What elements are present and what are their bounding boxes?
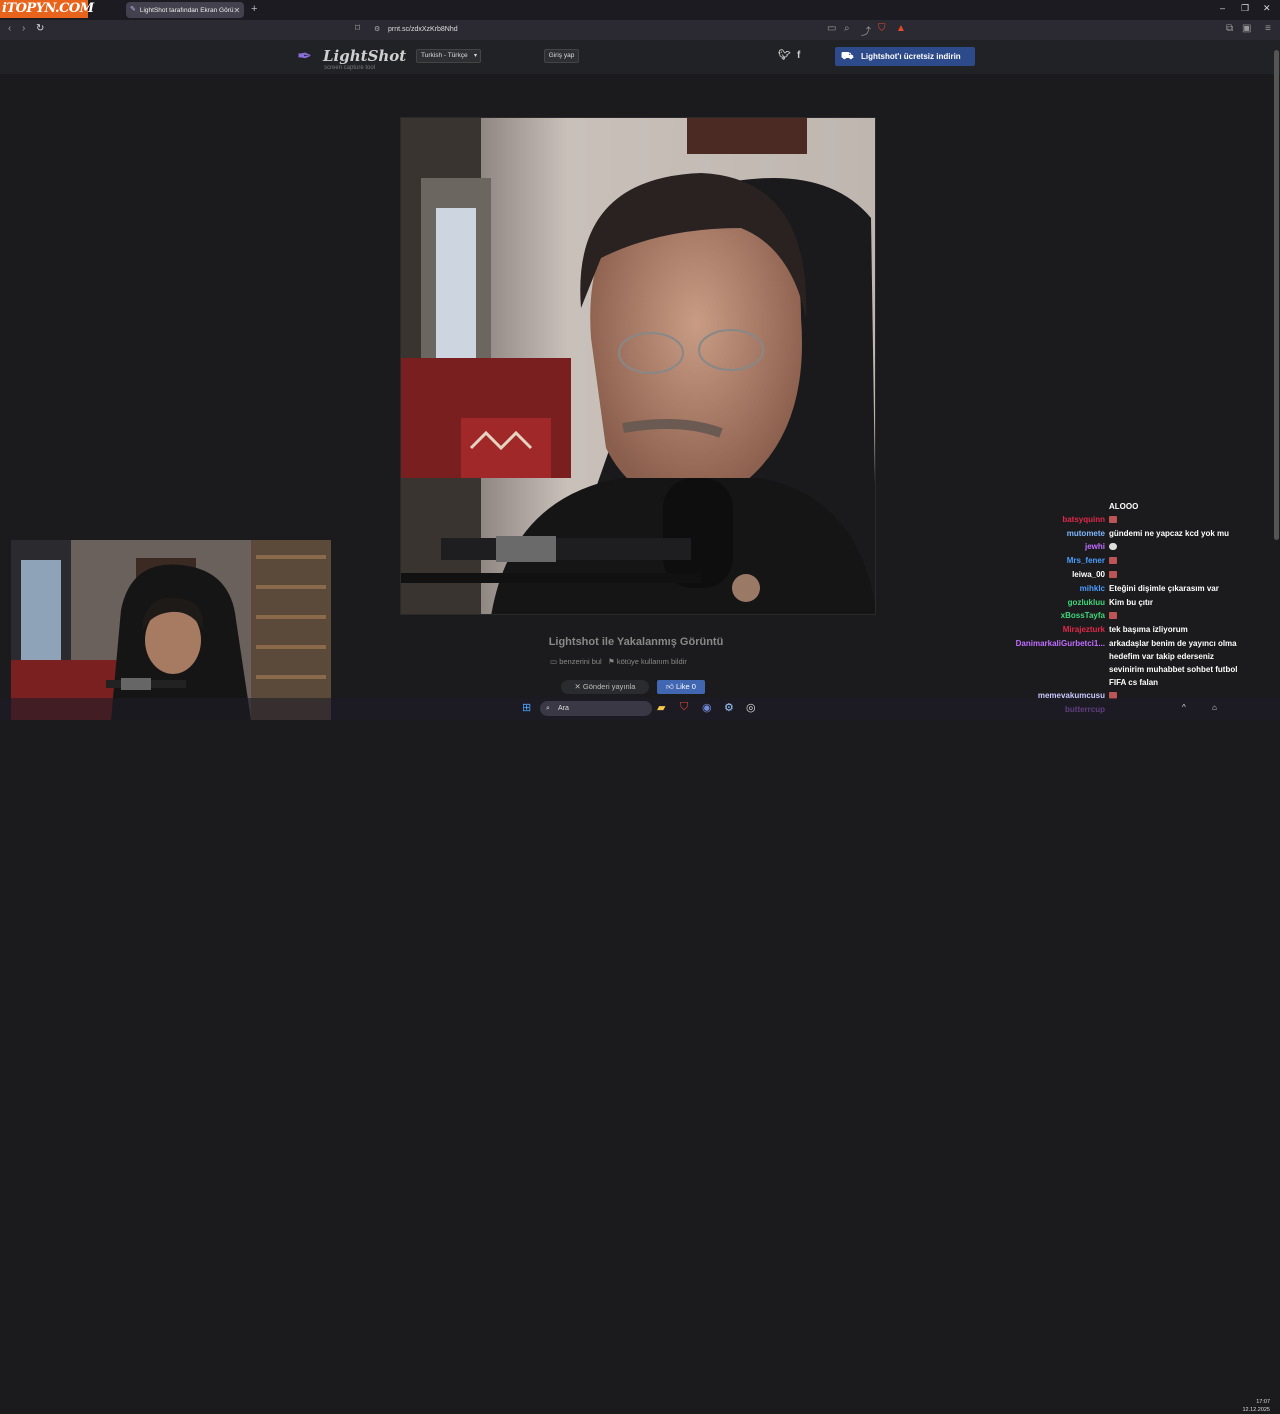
wallet-icon[interactable]: ▣ (1242, 23, 1251, 34)
login-button[interactable]: Giriş yap (544, 49, 579, 63)
brave-shield-icon[interactable]: ⛉ (878, 23, 886, 34)
screenshot-image (400, 117, 876, 615)
download-icon: ⛟ (841, 51, 854, 62)
extensions-icon[interactable]: ⧉ (1226, 23, 1233, 34)
page-scrollbar[interactable] (1274, 40, 1279, 698)
windows-start-icon[interactable]: ⊞ (522, 701, 531, 714)
browser-nav-bar: ‹ › ↻ ⌑ ⚙ prnt.sc/zdxXzKrb8Nhd ▭ ⌕ ⤴ ⛉ ▲… (0, 20, 1280, 40)
language-label: Turkish - Türkçe (421, 52, 468, 59)
discord-icon[interactable]: ◉ (702, 701, 712, 714)
new-tab-button[interactable]: + (251, 3, 257, 15)
feather-icon: ✒ (297, 46, 313, 66)
restore-icon[interactable]: ❐ (1241, 3, 1249, 14)
share-label: Gönderi yayınla (582, 682, 636, 691)
chat-emote (1109, 611, 1117, 620)
taskbar-search[interactable]: ⌕ Ara (540, 701, 652, 716)
x-icon: ✕ (574, 682, 581, 691)
browser-tab-bar: iTOPYN.COM ✎ LightShot tarafından Ekran … (0, 0, 1280, 20)
zoom-icon[interactable]: ⌕ (844, 23, 850, 34)
like-label: Like 0 (675, 682, 696, 691)
chat-username: DanimarkaliGurbetci1... (1015, 639, 1105, 648)
reload-icon[interactable]: ↻ (36, 23, 44, 34)
brave-browser-icon[interactable]: ⛉ (680, 701, 688, 714)
back-icon[interactable]: ‹ (8, 23, 11, 34)
image-actions: ▭ benzerini bul ⚑ kötüye kullanım bildir (550, 657, 687, 666)
chat-username: jewhi (1084, 542, 1105, 551)
language-select[interactable]: Turkish - Türkçe ▾ (416, 49, 481, 63)
menu-icon[interactable]: ≡ (1265, 23, 1271, 34)
download-label: Lightshot'ı ücretsiz indirin (861, 52, 961, 61)
scrollbar-thumb[interactable] (1274, 50, 1279, 540)
screen-icon[interactable]: ▭ (827, 23, 836, 34)
chat-text: Eteğini dişimle çıkarasım var (1109, 584, 1219, 593)
image-search-icon: ▭ (550, 657, 558, 666)
report-abuse-link[interactable]: kötüye kullanım bildir (617, 657, 687, 666)
chat-username: gozlukluu (1067, 598, 1105, 607)
stream-chat: ALOOO batsyquinn mutomete gündemi ne yap… (980, 500, 1280, 720)
flag-icon: ⚑ (607, 657, 615, 666)
logo-name: LightShot (323, 47, 407, 65)
rewards-icon[interactable]: ▲ (896, 23, 906, 34)
file-explorer-icon[interactable]: ▰ (657, 701, 665, 714)
forward-icon[interactable]: › (22, 23, 25, 34)
chat-text: hedefim var takip ederseniz (1109, 652, 1214, 661)
lightshot-logo[interactable]: ✒ LightShot screen capture tool (297, 46, 406, 71)
chat-text: arkadaşlar benim de yayıncı olma (1109, 639, 1237, 648)
chat-emote (1109, 556, 1117, 565)
chat-text: Kim bu çıtır (1109, 598, 1154, 607)
find-similar-link[interactable]: benzerini bul (559, 657, 602, 666)
chat-emote (1109, 515, 1117, 524)
minimize-icon[interactable]: – (1220, 3, 1225, 13)
share-icon[interactable]: ⤴ (861, 23, 871, 38)
close-window-icon[interactable]: ✕ (1263, 3, 1271, 14)
stream-brand-logo: iTOPYN.COM (0, 0, 94, 18)
chat-username: batsyquinn (1062, 515, 1105, 524)
chat-text: ALOOO (1109, 502, 1139, 511)
search-placeholder: Ara (558, 705, 569, 712)
facebook-icon[interactable]: f (797, 50, 800, 61)
chat-username: Mirajezturk (1062, 625, 1105, 634)
image-caption: Lightshot ile Yakalanmış Görüntü (548, 636, 724, 648)
chat-username: leiwa_00 (1072, 570, 1105, 579)
close-tab-icon[interactable]: ✕ (233, 6, 240, 15)
chat-text: FIFA cs falan (1109, 678, 1159, 687)
chat-text: gündemi ne yapcaz kcd yok mu (1109, 529, 1230, 538)
steam-icon[interactable]: ⚙ (724, 701, 734, 714)
url-text: prnt.sc/zdxXzKrb8Nhd (388, 26, 458, 33)
share-post-button[interactable]: ✕ Gönderi yayınla (561, 680, 649, 694)
site-header: ✒ LightShot screen capture tool Turkish … (0, 40, 1280, 74)
chat-emote (1109, 570, 1117, 579)
webcam-overlay (11, 540, 331, 720)
obs-icon[interactable]: ◎ (746, 701, 756, 714)
webcam-feed (11, 540, 331, 720)
chat-username: mutomete (1066, 529, 1105, 538)
facebook-like-button[interactable]: 👍︎ Like 0 (657, 680, 705, 694)
chat-username: Mrs_fener (1066, 556, 1105, 565)
chat-text: sevinirim muhabbet sohbet futbol (1109, 665, 1238, 674)
tab-title: LightShot tarafından Ekran Görü (139, 6, 234, 14)
twitter-icon[interactable]: 🐦︎ (778, 50, 791, 61)
thumbs-up-icon: 👍︎ (666, 682, 674, 691)
lightshot-favicon: ✎ (130, 6, 136, 13)
browser-tab[interactable]: ✎ LightShot tarafından Ekran Görü ✕ (126, 2, 244, 18)
download-button[interactable]: ⛟ Lightshot'ı ücretsiz indirin (835, 47, 975, 66)
search-icon: ⌕ (546, 705, 550, 712)
chat-username: xBossTayfa (1060, 611, 1105, 620)
tray-chevron-icon[interactable]: ^ (1182, 703, 1186, 712)
logo-subtitle: screen capture tool (324, 65, 376, 71)
chat-emote (1109, 542, 1117, 551)
site-info-icon[interactable]: ⚙ (374, 23, 380, 37)
clock-date: 12.12.2025 (1242, 1407, 1270, 1413)
chat-text: tek başıma izliyorum (1109, 625, 1188, 634)
clock-time: 17:07 (1256, 1399, 1270, 1405)
network-icon[interactable]: ⌂ (1212, 703, 1217, 712)
portrait-photo (401, 118, 875, 614)
chat-username: mihklc (1079, 584, 1105, 593)
taskbar-clock[interactable]: 17:07 12.12.2025 (1240, 1398, 1270, 1414)
chevron-down-icon: ▾ (473, 53, 477, 59)
bookmark-icon[interactable]: ⌑ (355, 23, 360, 34)
